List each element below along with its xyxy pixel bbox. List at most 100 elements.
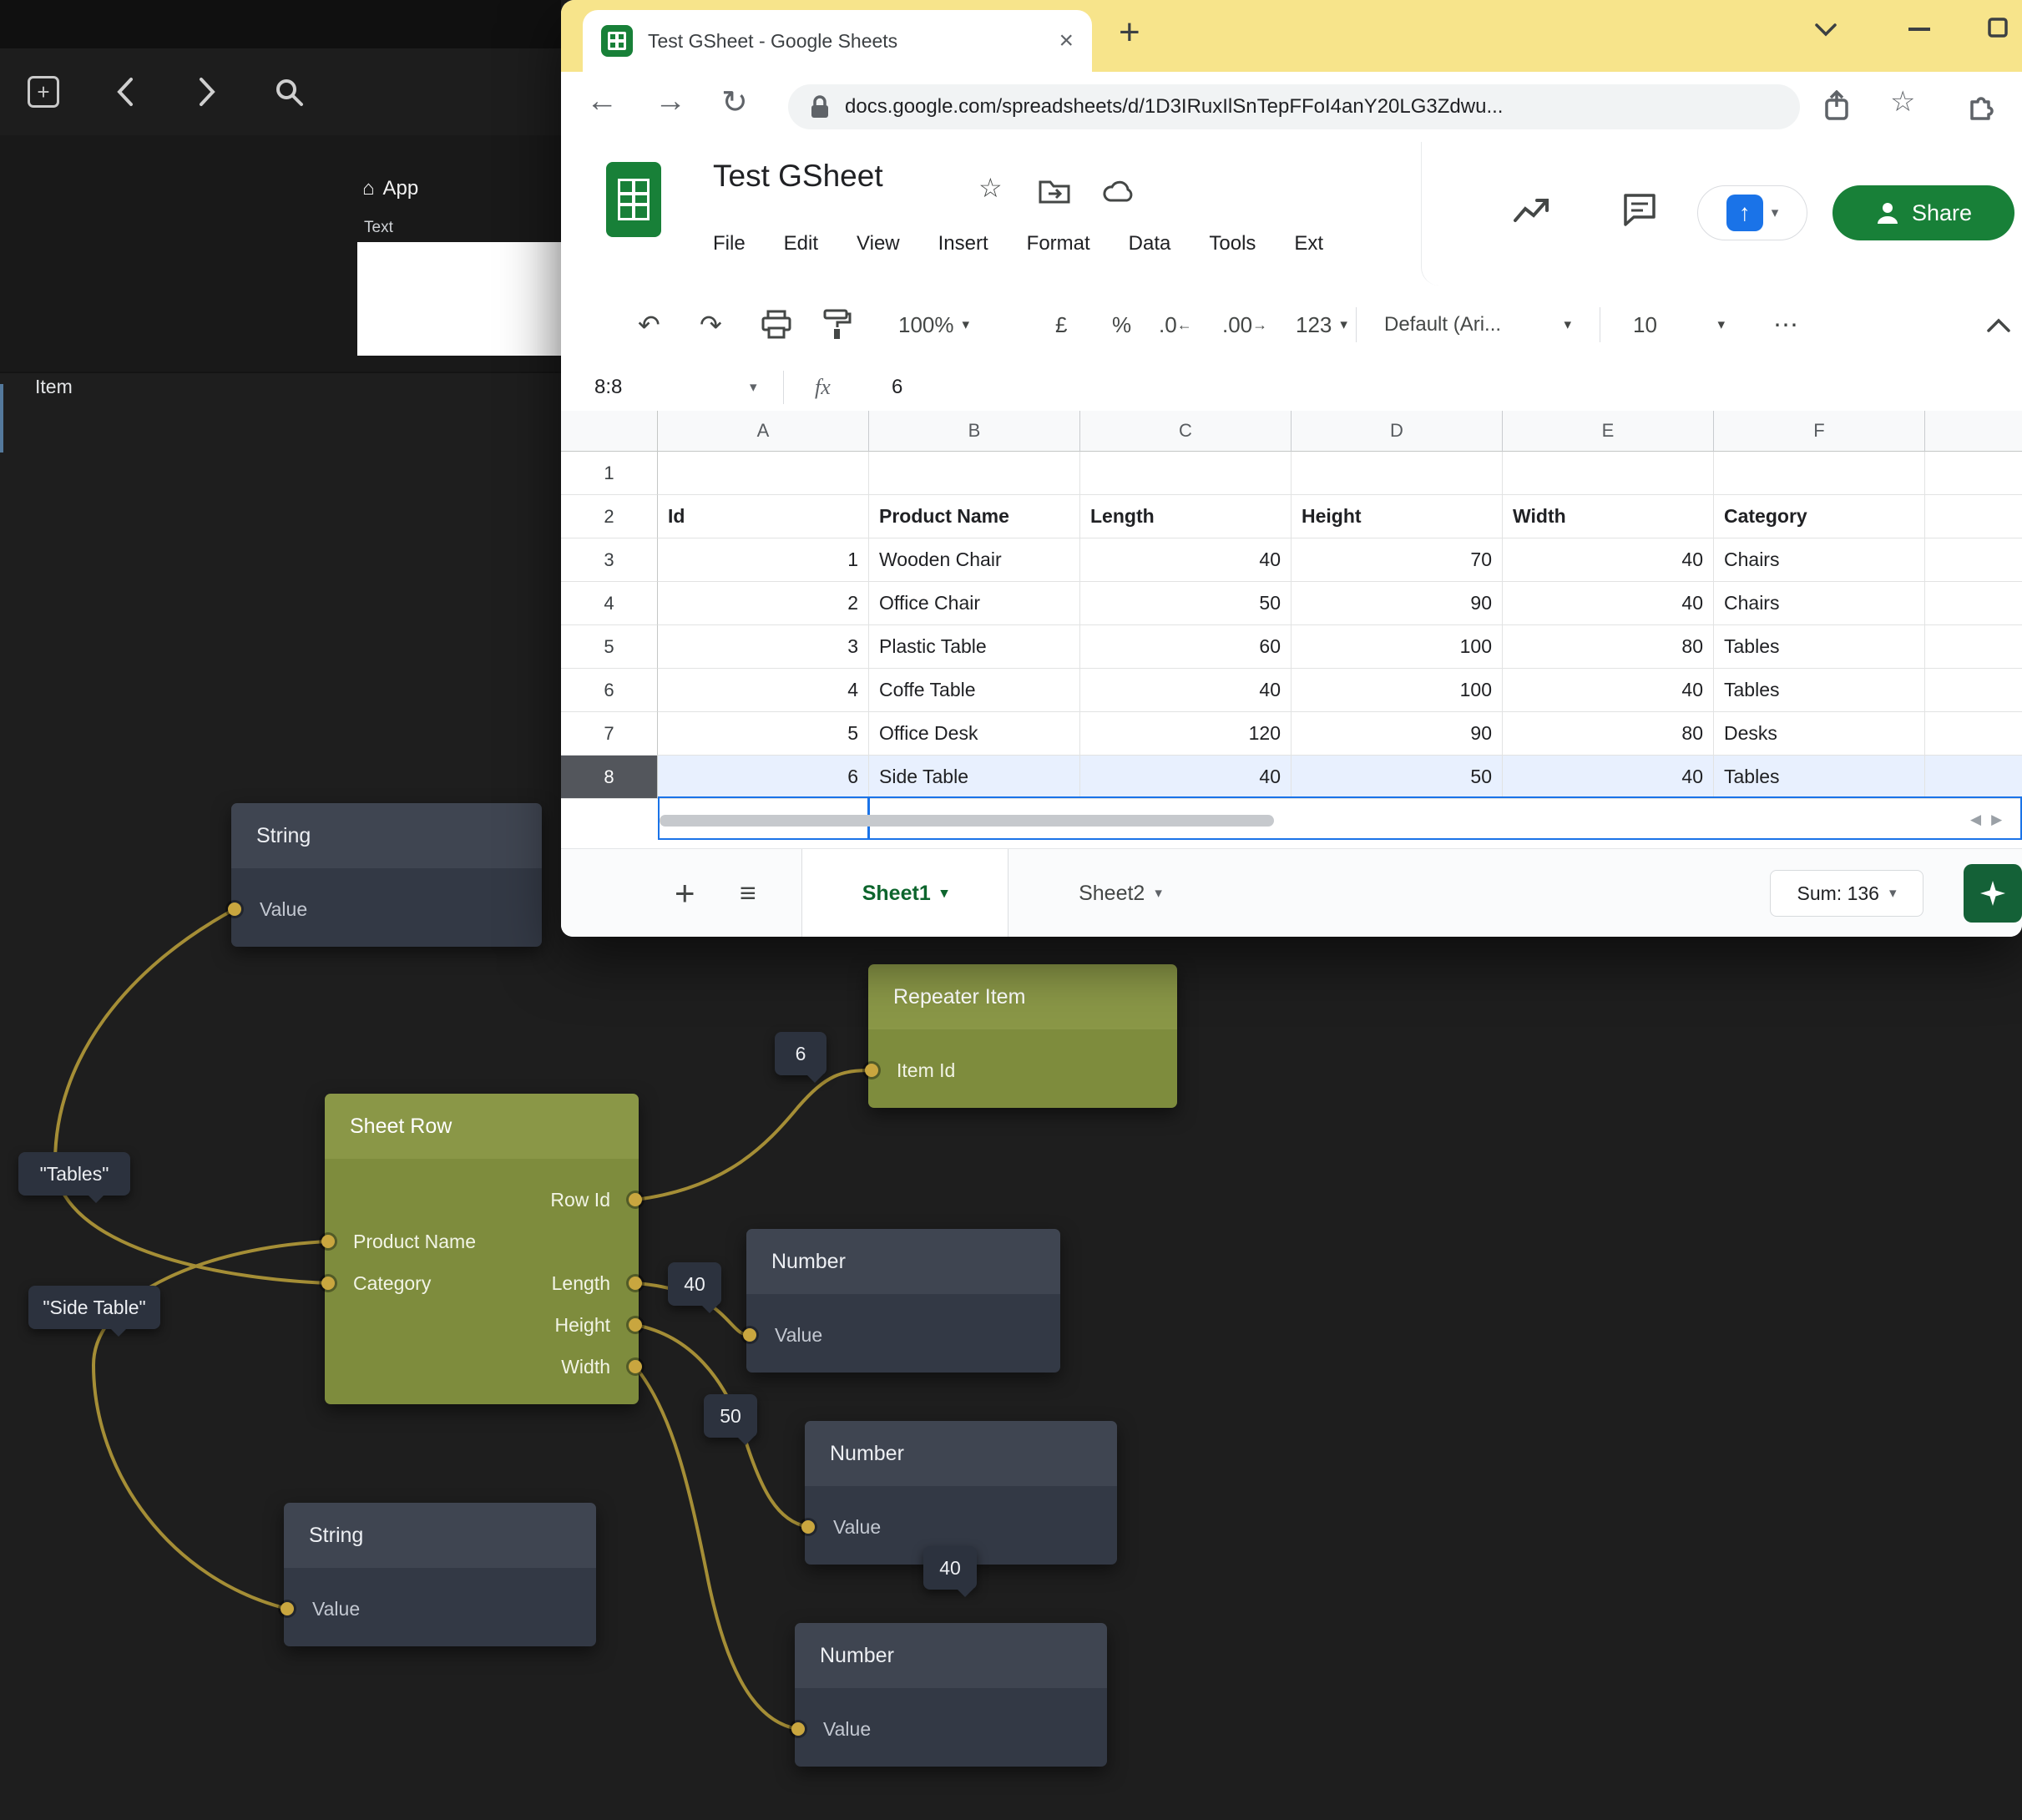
cell-F5[interactable]: Tables [1714, 625, 1925, 669]
cell-E8[interactable]: 40 [1503, 756, 1714, 799]
formula-input[interactable]: 6 [892, 364, 902, 411]
name-box[interactable]: 8:8 [594, 364, 622, 411]
port-dot[interactable] [321, 1235, 335, 1248]
cell-D7[interactable]: 90 [1292, 712, 1503, 756]
scroll-arrows[interactable]: ◀▶ [1970, 811, 2012, 828]
cell-D4[interactable]: 90 [1292, 582, 1503, 625]
name-box-caret[interactable]: ▾ [750, 364, 757, 411]
extensions-puzzle-icon[interactable] [1965, 90, 1995, 120]
sheet-tab-sheet1[interactable]: Sheet1▾ [801, 849, 1008, 937]
cell-E5[interactable]: 80 [1503, 625, 1714, 669]
browser-forward-icon[interactable]: → [655, 83, 686, 119]
cell-F3[interactable]: Chairs [1714, 538, 1925, 582]
row-header-5[interactable]: 5 [561, 625, 658, 669]
menu-ext[interactable]: Ext [1294, 232, 1323, 255]
search-icon[interactable] [272, 75, 306, 109]
window-menu-icon[interactable] [1812, 8, 1840, 50]
port-dot[interactable] [281, 1602, 294, 1615]
increase-decimal-button[interactable]: .00→ [1222, 286, 1267, 364]
horizontal-scrollbar[interactable] [660, 815, 1274, 827]
cell-E6[interactable]: 40 [1503, 669, 1714, 712]
row-header-1[interactable]: 1 [561, 452, 658, 495]
row-header-6[interactable]: 6 [561, 669, 658, 712]
column-header-D[interactable]: D [1292, 411, 1503, 452]
browser-back-icon[interactable]: ← [586, 83, 618, 119]
row-header-3[interactable]: 3 [561, 538, 658, 582]
cell-A4[interactable]: 2 [658, 582, 869, 625]
port-dot[interactable] [629, 1318, 642, 1332]
column-header-A[interactable]: A [658, 411, 869, 452]
add-sheet-button[interactable]: + [675, 849, 695, 937]
sum-indicator[interactable]: Sum: 136▾ [1770, 870, 1923, 917]
port-category[interactable]: Category [353, 1272, 431, 1295]
browser-tab[interactable]: Test GSheet - Google Sheets × [583, 10, 1092, 72]
cell-B1[interactable] [869, 452, 1080, 495]
menu-tools[interactable]: Tools [1209, 232, 1256, 255]
port-product-name[interactable]: Product Name [325, 1221, 639, 1262]
cell-E4[interactable]: 40 [1503, 582, 1714, 625]
cell-E3[interactable]: 40 [1503, 538, 1714, 582]
port-dot[interactable] [801, 1520, 815, 1534]
new-tab-button[interactable]: + [1119, 12, 1140, 53]
cell-F1[interactable] [1714, 452, 1925, 495]
paint-format-icon[interactable] [823, 286, 852, 364]
column-header-E[interactable]: E [1503, 411, 1714, 452]
row-header-7[interactable]: 7 [561, 712, 658, 756]
menu-format[interactable]: Format [1027, 232, 1090, 255]
cell-C1[interactable] [1080, 452, 1292, 495]
window-maximize-icon[interactable] [1987, 17, 2009, 38]
cell-D2[interactable]: Height [1292, 495, 1503, 538]
cell-B4[interactable]: Office Chair [869, 582, 1080, 625]
cloud-status-icon[interactable] [1102, 179, 1137, 204]
font-size-select[interactable]: 10▾ [1633, 286, 1725, 364]
port-length[interactable]: Length [552, 1272, 610, 1295]
cell-B3[interactable]: Wooden Chair [869, 538, 1080, 582]
tab-close-icon[interactable]: × [1059, 27, 1074, 55]
format-currency-button[interactable]: £ [1055, 286, 1067, 364]
port-dot[interactable] [629, 1360, 642, 1373]
present-button[interactable]: ↑ ▾ [1697, 185, 1807, 240]
sidebar-item-label[interactable]: Item [35, 376, 73, 398]
format-percent-button[interactable]: % [1112, 286, 1131, 364]
address-bar[interactable]: docs.google.com/spreadsheets/d/1D3IRuxIl… [788, 84, 1800, 129]
back-icon[interactable] [109, 75, 142, 109]
port-dot[interactable] [743, 1328, 756, 1342]
port-number3-value[interactable]: Value [795, 1708, 1107, 1750]
cell-C4[interactable]: 50 [1080, 582, 1292, 625]
cell-E7[interactable]: 80 [1503, 712, 1714, 756]
cell-D5[interactable]: 100 [1292, 625, 1503, 669]
port-width[interactable]: Width [325, 1346, 639, 1388]
port-dot[interactable] [865, 1064, 878, 1077]
port-height[interactable]: Height [325, 1304, 639, 1346]
cell-B5[interactable]: Plastic Table [869, 625, 1080, 669]
port-dot[interactable] [629, 1277, 642, 1290]
explore-button[interactable] [1964, 864, 2022, 923]
port-number2-value[interactable]: Value [805, 1506, 1117, 1548]
bookmark-star-icon[interactable]: ☆ [1890, 85, 1915, 119]
menu-view[interactable]: View [857, 232, 900, 255]
decrease-decimal-button[interactable]: .0← [1159, 286, 1192, 364]
port-dot[interactable] [321, 1277, 335, 1290]
node-sheet-row[interactable]: Sheet Row Row Id Product Name Category L… [325, 1094, 639, 1404]
cell-A6[interactable]: 4 [658, 669, 869, 712]
cell-E1[interactable] [1503, 452, 1714, 495]
port-dot[interactable] [791, 1722, 805, 1736]
redo-icon[interactable]: ↷ [700, 286, 722, 364]
more-toolbar-icon[interactable]: ⋯ [1773, 286, 1798, 364]
share-page-icon[interactable] [1823, 90, 1850, 122]
app-breadcrumb[interactable]: ⌂ App [362, 177, 418, 200]
cell-D6[interactable]: 100 [1292, 669, 1503, 712]
cell-B7[interactable]: Office Desk [869, 712, 1080, 756]
comment-icon[interactable] [1620, 190, 1659, 229]
menu-insert[interactable]: Insert [938, 232, 988, 255]
cell-A3[interactable]: 1 [658, 538, 869, 582]
node-number-2[interactable]: Number Value [805, 1421, 1117, 1565]
cell-F7[interactable]: Desks [1714, 712, 1925, 756]
document-title[interactable]: Test GSheet [713, 159, 883, 194]
node-repeater-item[interactable]: Repeater Item Item Id [868, 964, 1177, 1108]
row-header-2[interactable]: 2 [561, 495, 658, 538]
cell-A8[interactable]: 6 [658, 756, 869, 799]
collapse-toolbar-icon[interactable] [1985, 286, 2012, 364]
cell-B8[interactable]: Side Table [869, 756, 1080, 799]
cell-D8[interactable]: 50 [1292, 756, 1503, 799]
